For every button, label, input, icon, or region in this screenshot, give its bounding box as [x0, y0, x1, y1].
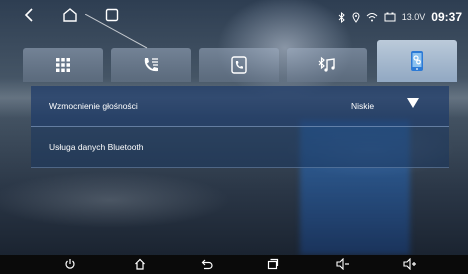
tab-phone-contacts[interactable]: [111, 48, 191, 82]
recent-apps-icon[interactable]: [267, 258, 279, 270]
bluetooth-data-service-row[interactable]: Usługa danych Bluetooth: [31, 127, 449, 168]
status-bar: 13.0V 09:37: [0, 0, 468, 49]
clock: 09:37: [431, 10, 462, 24]
tab-phone-settings[interactable]: [377, 40, 457, 82]
location-icon: [352, 12, 360, 23]
call-log-icon: [231, 56, 247, 74]
phone-contacts-icon: [144, 58, 158, 72]
bluetooth-icon: [338, 11, 345, 23]
volume-down-icon[interactable]: [336, 258, 350, 270]
home-icon[interactable]: [134, 258, 146, 270]
volume-boost-label: Wzmocnienie głośności: [49, 101, 138, 111]
bluetooth-music-icon: [318, 56, 335, 72]
tab-call-log[interactable]: [199, 48, 279, 82]
wifi-icon: [366, 13, 378, 22]
bluetooth-data-service-label: Usługa danych Bluetooth: [49, 142, 144, 152]
phone-settings-icon: [411, 51, 423, 71]
volume-up-icon[interactable]: [403, 258, 417, 270]
bottom-bar: [0, 255, 468, 274]
volume-boost-value: Niskie: [351, 101, 375, 111]
back-nav-icon[interactable]: [24, 8, 34, 22]
volume-boost-row[interactable]: Wzmocnienie głośności Niskie: [31, 86, 449, 127]
apps-grid-icon: [56, 58, 70, 72]
status-indicators: 13.0V 09:37: [338, 10, 462, 24]
back-icon[interactable]: [201, 258, 213, 270]
tab-apps[interactable]: [23, 48, 103, 82]
car-battery-icon: [384, 12, 396, 22]
power-icon[interactable]: [64, 258, 76, 270]
tab-bar: [23, 40, 460, 82]
dropdown-arrow-icon[interactable]: [407, 97, 419, 109]
home-nav-icon[interactable]: [62, 8, 78, 22]
voltage-readout: 13.0V: [401, 12, 426, 22]
tab-bluetooth-music[interactable]: [287, 48, 367, 82]
